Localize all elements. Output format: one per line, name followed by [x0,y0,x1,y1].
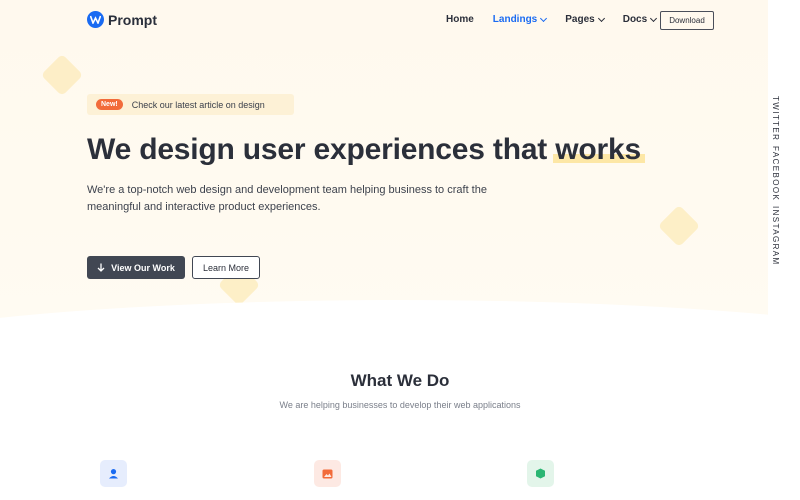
brand-name: Prompt [108,11,157,28]
social-link-instagram[interactable]: INSTAGRAM [771,206,780,266]
brand-logo[interactable]: Prompt [87,11,157,28]
logo-icon [87,11,104,28]
announcement-text: Check our latest article on design [131,99,265,110]
announcement-banner[interactable]: New! Check our latest article on design [87,94,294,115]
nav-item-label: Pages [565,14,595,25]
nav-item-label: Home [446,14,474,25]
nav-item-label: Landings [492,14,538,25]
download-button[interactable]: Download [660,11,714,30]
feature-icon-image [314,460,341,487]
hero-lead: We're a top-notch web design and develop… [87,184,487,213]
section-title: What We Do [350,371,450,390]
hero-headline: We design user experiences that works [87,133,641,167]
feature-icon-user [100,460,127,487]
button-label: View Our Work [111,262,175,273]
view-our-work-button[interactable]: View Our Work [87,256,185,279]
nav-item-docs[interactable]: Docs [622,14,658,25]
nav-item-pages[interactable]: Pages [565,14,605,25]
image-icon [322,469,333,478]
nav-item-home[interactable]: Home [446,14,474,25]
top-nav: Prompt Home Landings Pages Docs Download [0,0,768,40]
user-icon [109,469,118,479]
shield-icon [536,468,545,479]
main-menu: Home Landings Pages Docs [446,14,675,25]
chevron-down-icon [650,14,658,22]
new-badge: New! [96,99,123,110]
arrow-down-icon [97,263,105,272]
nav-item-label: Docs [622,14,648,25]
chevron-down-icon [597,14,605,22]
social-link-facebook[interactable]: FACEBOOK [771,146,780,201]
headline-highlight: works [555,133,641,166]
decorative-diamond [657,204,701,248]
decorative-diamond [40,53,84,97]
learn-more-button[interactable]: Learn More [192,256,260,279]
chevron-down-icon [540,14,548,22]
nav-item-landings[interactable]: Landings [492,14,548,25]
social-link-twitter[interactable]: TWITTER [771,96,780,141]
feature-icon-shield [527,460,554,487]
hero-curve [0,300,768,330]
section-subtitle: We are helping businesses to develop the… [279,400,521,410]
headline-main: We design user experiences that [87,133,556,166]
